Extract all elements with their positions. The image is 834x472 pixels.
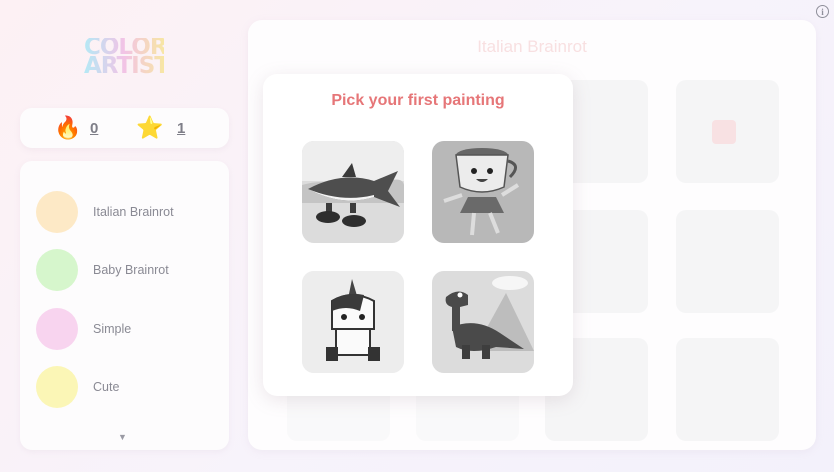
star-count[interactable]: 1 bbox=[177, 120, 185, 137]
painting-option-dinosaur[interactable] bbox=[432, 271, 534, 373]
logo: COLOR ARTIST bbox=[84, 34, 170, 79]
category-label: Simple bbox=[93, 322, 132, 336]
fire-count[interactable]: 0 bbox=[90, 120, 98, 137]
category-avatar bbox=[36, 191, 78, 233]
category-item-baby-brainrot[interactable]: Baby Brainrot bbox=[36, 249, 221, 291]
stats-panel bbox=[20, 108, 229, 148]
category-avatar bbox=[36, 308, 78, 350]
modal-title: Pick your first painting bbox=[331, 92, 505, 109]
chevron-down-icon[interactable]: ▼ bbox=[118, 432, 127, 442]
teacup-ballerina-icon bbox=[432, 141, 534, 243]
painting-option-unicorn[interactable] bbox=[302, 271, 404, 373]
category-item-cute[interactable]: Cute bbox=[36, 366, 221, 408]
category-avatar bbox=[36, 366, 78, 408]
category-label: Cute bbox=[93, 380, 120, 394]
category-label: Baby Brainrot bbox=[93, 263, 169, 277]
star-icon: ⭐ bbox=[136, 115, 164, 140]
fire-icon: 🔥 bbox=[54, 115, 82, 140]
category-label: Italian Brainrot bbox=[93, 205, 174, 219]
painting-option-teacup[interactable] bbox=[432, 141, 534, 243]
painting-option-shark[interactable] bbox=[302, 141, 404, 243]
category-item-simple[interactable]: Simple bbox=[36, 308, 221, 350]
dinosaur-icon bbox=[432, 271, 534, 373]
category-avatar bbox=[36, 249, 78, 291]
shark-with-sneakers-icon bbox=[302, 141, 404, 243]
category-item-italian-brainrot[interactable]: Italian Brainrot bbox=[36, 191, 221, 233]
info-icon[interactable]: i bbox=[816, 5, 829, 18]
unicorn-icon bbox=[302, 271, 404, 373]
